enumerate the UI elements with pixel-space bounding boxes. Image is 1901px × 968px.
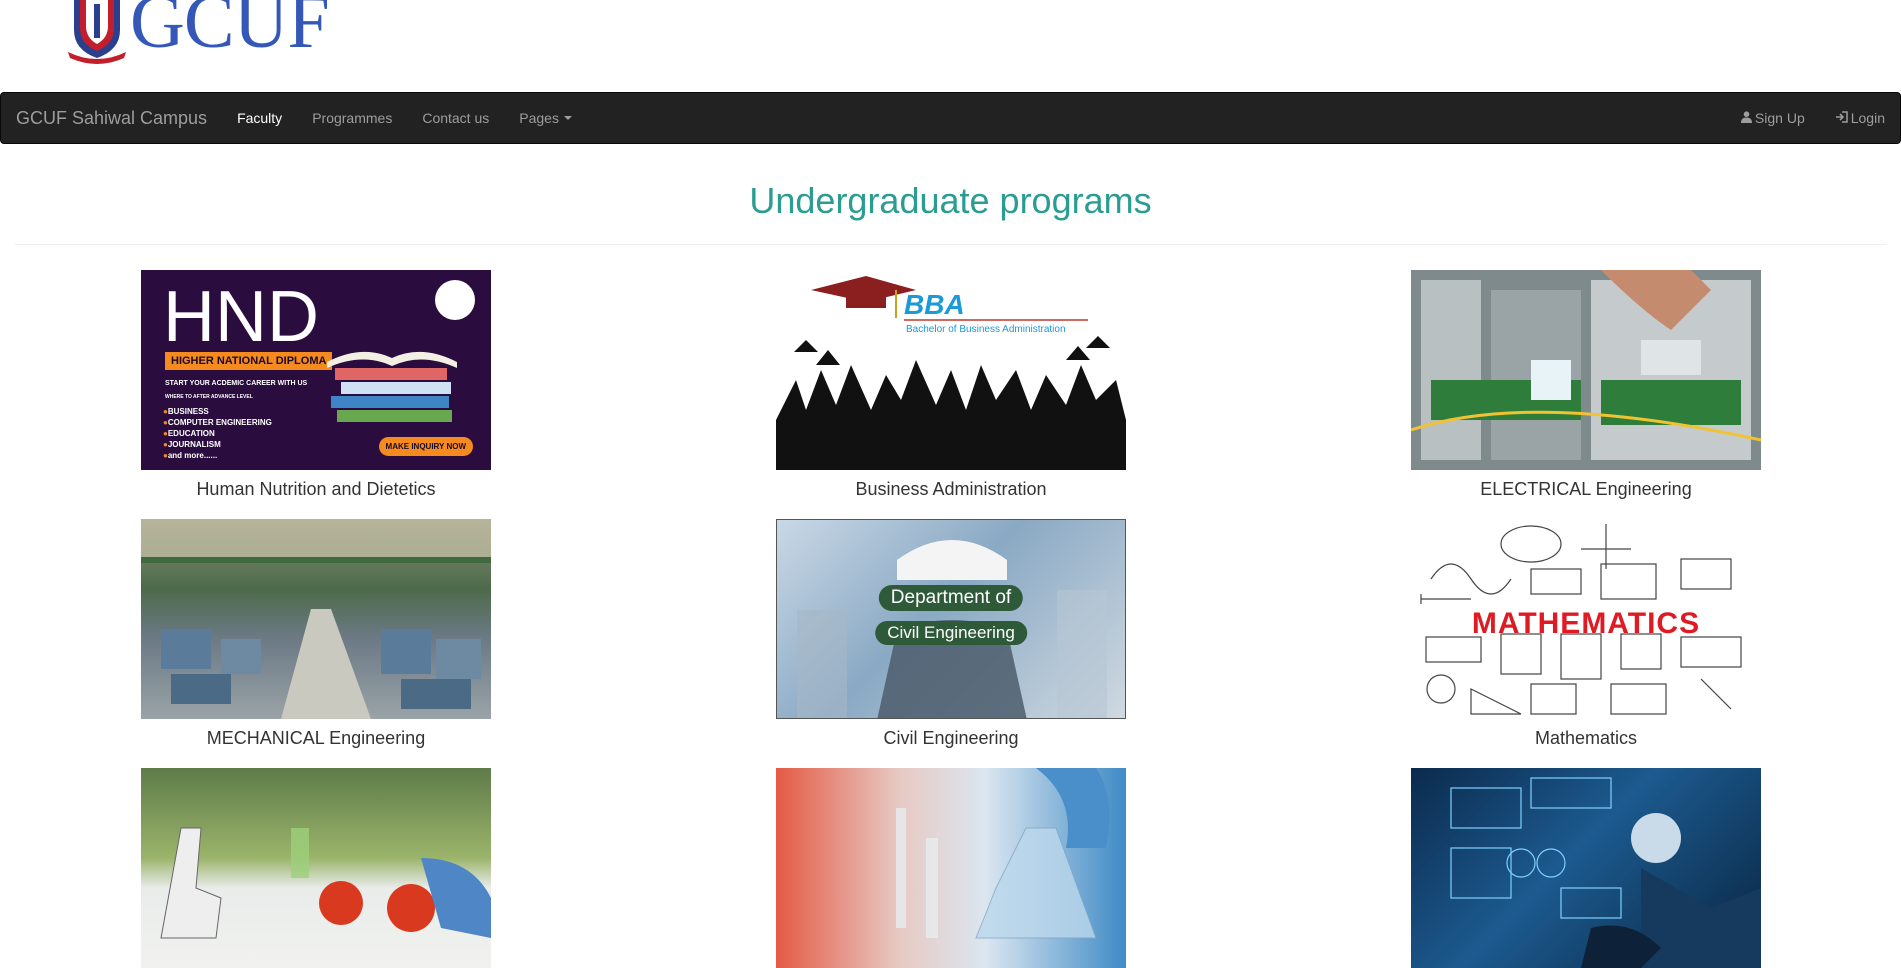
engineer-illustration xyxy=(797,540,1107,718)
program-caption[interactable]: ELECTRICAL Engineering xyxy=(1411,479,1761,500)
program-image-civil[interactable]: Department of Civil Engineering xyxy=(776,519,1126,719)
nav-faculty[interactable]: Faculty xyxy=(222,93,297,143)
program-card[interactable]: BBA Bachelor of Business Administration … xyxy=(776,270,1126,500)
seal-icon xyxy=(435,280,475,320)
banner-word: MATHEMATICS xyxy=(1471,607,1701,640)
site-logo[interactable]: GCUF xyxy=(64,0,330,64)
program-card[interactable]: MECHANICAL Engineering xyxy=(141,519,491,749)
banner-list-item: EDUCATION xyxy=(163,429,215,438)
login-label: Login xyxy=(1850,110,1885,126)
banner-line: Department of xyxy=(878,585,1024,611)
electrical-panel-illustration xyxy=(1411,270,1761,470)
page-title: Undergraduate programs xyxy=(749,180,1152,221)
university-crest-icon xyxy=(64,0,130,64)
logo-text: GCUF xyxy=(130,0,330,64)
navbar-brand[interactable]: GCUF Sahiwal Campus xyxy=(1,93,222,143)
top-navbar: GCUF Sahiwal Campus Faculty Programmes C… xyxy=(0,92,1901,144)
banner-list-item: BUSINESS xyxy=(163,407,209,416)
program-card[interactable]: HND HIGHER NATIONAL DIPLOMA START YOUR A… xyxy=(141,270,491,500)
heading-divider xyxy=(15,244,1886,245)
program-image-mechanical[interactable] xyxy=(141,519,491,719)
program-image-bba[interactable]: BBA Bachelor of Business Administration xyxy=(776,270,1126,470)
banner-line: START YOUR ACDEMIC CAREER WITH US xyxy=(165,380,308,387)
program-image-ai[interactable] xyxy=(1411,768,1761,968)
chemistry-lab-illustration xyxy=(896,768,1110,939)
banner-list-item: COMPUTER ENGINEERING xyxy=(163,418,272,427)
nav-contact-us[interactable]: Contact us xyxy=(407,93,504,143)
program-image-electrical[interactable] xyxy=(1411,270,1761,470)
books-icon xyxy=(317,340,467,430)
program-caption[interactable]: Business Administration xyxy=(776,479,1126,500)
banner-button: MAKE INQUIRY NOW xyxy=(378,437,473,456)
program-image-hnd[interactable]: HND HIGHER NATIONAL DIPLOMA START YOUR A… xyxy=(141,270,491,470)
program-card[interactable] xyxy=(141,768,491,968)
workshop-illustration xyxy=(141,519,491,719)
program-image-chemistry[interactable] xyxy=(776,768,1126,968)
program-card[interactable] xyxy=(776,768,1126,968)
nav-pages-dropdown[interactable]: Pages xyxy=(504,93,587,143)
sign-up-link[interactable]: Sign Up xyxy=(1726,93,1820,143)
banner-list-item: and more...... xyxy=(163,451,217,460)
program-caption[interactable]: Mathematics xyxy=(1411,728,1761,749)
graduates-illustration: BBA Bachelor of Business Administration xyxy=(776,276,1126,470)
program-image-biology[interactable] xyxy=(141,768,491,968)
program-image-mathematics[interactable]: MATHEMATICS xyxy=(1411,519,1761,719)
bba-subtitle: Bachelor of Business Administration xyxy=(906,324,1066,335)
biology-lab-illustration xyxy=(160,827,491,939)
user-icon xyxy=(1740,93,1752,143)
nav-programmes[interactable]: Programmes xyxy=(297,93,407,143)
login-link[interactable]: Login xyxy=(1820,93,1900,143)
ai-technology-illustration xyxy=(1450,777,1761,968)
bba-title: BBA xyxy=(904,289,965,320)
chevron-down-icon xyxy=(563,116,572,120)
sign-up-label: Sign Up xyxy=(1754,110,1805,126)
banner-list-item: JOURNALISM xyxy=(163,440,221,449)
program-caption[interactable]: Civil Engineering xyxy=(776,728,1126,749)
login-icon xyxy=(1835,93,1848,143)
program-card[interactable]: ELECTRICAL Engineering xyxy=(1411,270,1761,500)
banner-list: BUSINESS COMPUTER ENGINEERING EDUCATION … xyxy=(163,406,272,461)
banner-big-text: HND xyxy=(163,277,319,357)
banner-tag: HIGHER NATIONAL DIPLOMA xyxy=(165,352,333,370)
banner-line: WHERE TO AFTER ADVANCE LEVEL xyxy=(165,394,253,400)
program-caption[interactable]: MECHANICAL Engineering xyxy=(141,728,491,749)
program-card[interactable] xyxy=(1411,768,1761,968)
program-caption[interactable]: Human Nutrition and Dietetics xyxy=(141,479,491,500)
program-card[interactable]: Department of Civil Engineering Civil En… xyxy=(776,519,1126,749)
banner-line: Civil Engineering xyxy=(875,621,1027,645)
program-card[interactable]: MATHEMATICS Mathematics xyxy=(1411,519,1761,749)
nav-pages-label: Pages xyxy=(519,110,559,126)
